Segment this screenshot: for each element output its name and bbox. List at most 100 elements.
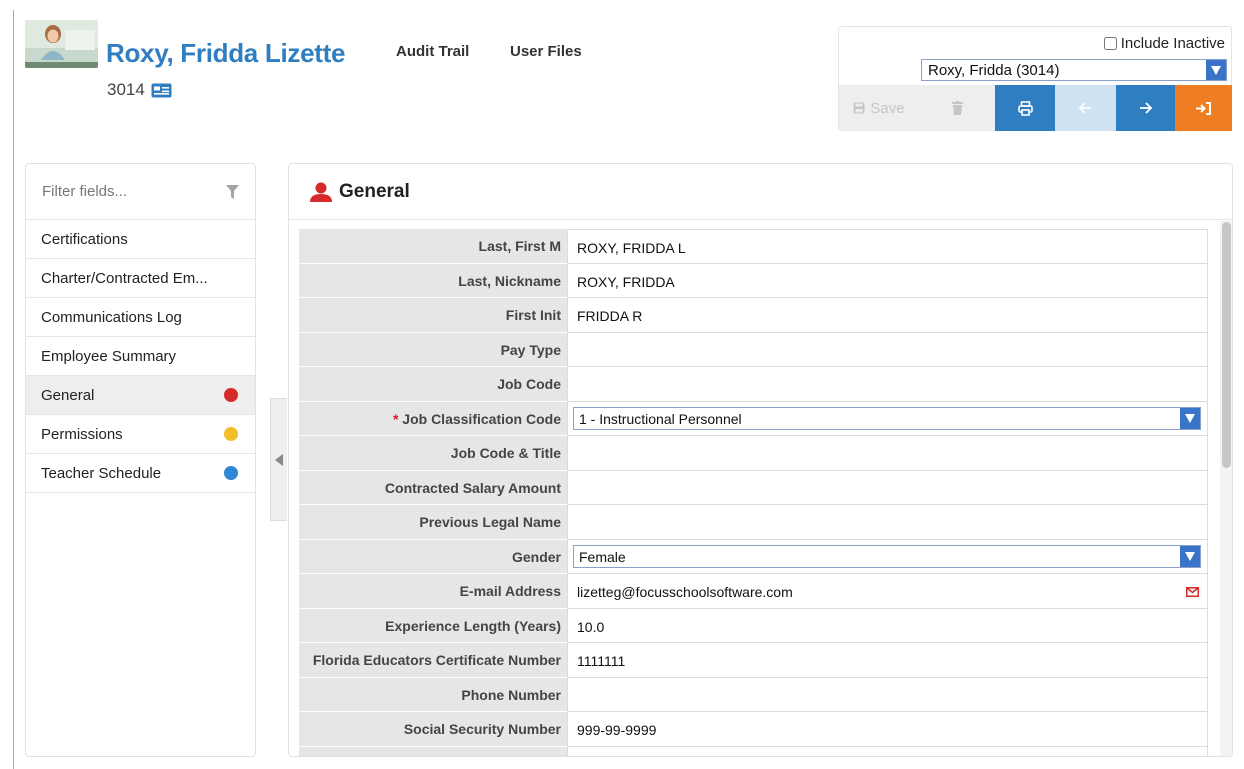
staff-select-value: Roxy, Fridda (3014) — [928, 61, 1060, 79]
field-value[interactable] — [567, 470, 1208, 505]
field-label: Previous Legal Name — [299, 505, 567, 540]
field-select-cell[interactable]: Female — [567, 539, 1208, 574]
field-value[interactable]: FRIDDA R — [567, 298, 1208, 333]
staff-name: Roxy, Fridda Lizette — [106, 38, 346, 68]
field-select[interactable]: 1 - Instructional Personnel — [573, 406, 1201, 430]
filter-fields-input[interactable]: Filter fields... — [26, 164, 255, 220]
chevron-down-icon[interactable] — [1206, 60, 1226, 80]
panel-scrollbar[interactable] — [1220, 221, 1232, 756]
sidebar-item-label: Charter/Contracted Em... — [41, 269, 208, 287]
previous-button[interactable] — [1055, 85, 1116, 131]
delete-button[interactable] — [919, 85, 995, 131]
chevron-down-icon[interactable] — [1180, 407, 1200, 429]
field-label: Florida Educators Certificate Number — [299, 643, 567, 678]
include-inactive-label: Include Inactive — [1120, 35, 1225, 52]
field-value[interactable]: ROXY, FRIDDA L — [567, 229, 1208, 264]
form-row: Job Code & Title — [299, 436, 1208, 471]
field-value[interactable]: 999-99-9999 — [567, 712, 1208, 747]
field-value[interactable] — [567, 332, 1208, 367]
field-value[interactable]: 1111111 — [567, 643, 1208, 678]
form-row: Job Code — [299, 367, 1208, 402]
field-value-text: ROXY, FRIDDA — [577, 273, 675, 290]
save-button[interactable]: Save — [839, 85, 919, 131]
trash-icon — [951, 101, 963, 115]
field-select-value: 1 - Instructional Personnel — [579, 410, 742, 427]
form-row: Gender Female — [299, 539, 1208, 574]
sidebar-item-permissions[interactable]: Permissions — [26, 415, 255, 454]
envelope-icon[interactable] — [1186, 584, 1199, 600]
include-inactive-toggle[interactable]: Include Inactive — [1103, 35, 1225, 52]
required-marker: * — [392, 410, 403, 427]
field-value[interactable]: 10.0 — [567, 608, 1208, 643]
filter-fields-placeholder: Filter fields... — [42, 183, 128, 200]
sidebar-item-label: Permissions — [41, 425, 123, 443]
field-select-value: Female — [579, 548, 626, 565]
sidebar-item-teacher-schedule[interactable]: Teacher Schedule — [26, 454, 255, 493]
staff-id-value: 3014 — [107, 80, 145, 99]
audit-trail-link[interactable]: Audit Trail — [396, 43, 469, 60]
sidebar-item-label: Teacher Schedule — [41, 464, 162, 482]
field-label: Pay Type — [299, 332, 567, 367]
exit-button[interactable] — [1175, 85, 1232, 131]
sidebar-item-general[interactable]: General — [26, 376, 255, 415]
exit-icon — [1196, 101, 1211, 115]
field-label-text: Last, First M — [478, 238, 561, 254]
user-files-link[interactable]: User Files — [510, 43, 582, 60]
form-row: Last, First M ROXY, FRIDDA L — [299, 229, 1208, 264]
collapse-sidebar-button[interactable] — [270, 398, 287, 521]
field-value[interactable]: lizetteg@focusschoolsoftware.com — [567, 574, 1208, 609]
include-inactive-checkbox[interactable] — [1103, 37, 1117, 50]
staff-id: 3014 — [107, 80, 172, 100]
field-label-text: First Init — [505, 307, 561, 323]
avatar — [25, 20, 98, 68]
field-select-cell[interactable]: 1 - Instructional Personnel — [567, 401, 1208, 436]
field-value[interactable]: ROXY, FRIDDA — [567, 263, 1208, 298]
sidebar-item-charter-contracted-em[interactable]: Charter/Contracted Em... — [26, 259, 255, 298]
sidebar-item-employee-summary[interactable]: Employee Summary — [26, 337, 255, 376]
arrow-right-icon — [1140, 102, 1152, 114]
field-label-text: Contracted Salary Amount — [384, 479, 561, 496]
caret-left-icon — [275, 453, 283, 466]
field-value[interactable] — [567, 505, 1208, 540]
form-row: Experience Length (Years) 10.0 — [299, 608, 1208, 643]
field-value-text: ROXY, FRIDDA L — [577, 240, 686, 256]
save-icon — [853, 102, 865, 114]
sidebar-item-communications-log[interactable]: Communications Log — [26, 298, 255, 337]
filter-icon[interactable] — [226, 184, 239, 199]
save-label: Save — [870, 99, 905, 117]
form-row: First Init FRIDDA R — [299, 298, 1208, 333]
form-row: Pay Type — [299, 332, 1208, 367]
page-left-border — [13, 10, 14, 769]
field-label-text: E-mail Address — [459, 583, 561, 599]
general-panel: General Last, First M ROXY, FRIDDA L Last,… — [288, 163, 1233, 757]
panel-header: General — [289, 164, 1232, 220]
sidebar-item-label: Certifications — [41, 230, 128, 248]
sidebar-item-certifications[interactable]: Certifications — [26, 220, 255, 259]
status-dot-icon — [224, 466, 238, 480]
form-row: Florida Educators Certificate Number 1111… — [299, 643, 1208, 678]
staff-select[interactable]: Roxy, Fridda (3014) — [921, 59, 1227, 81]
field-label: Job Code — [299, 367, 567, 402]
next-button[interactable] — [1116, 85, 1175, 131]
form-row: Previous Legal Name — [299, 505, 1208, 540]
field-select[interactable]: Female — [573, 544, 1201, 568]
field-label-text: Job Code & Title — [450, 445, 561, 461]
field-label: Experience Length (Years) — [299, 608, 567, 643]
field-label-text: Experience Length (Years) — [385, 617, 561, 634]
field-label: Social Security Number — [299, 712, 567, 747]
field-label: Contracted Salary Amount — [299, 470, 567, 505]
field-value[interactable] — [567, 677, 1208, 712]
field-value[interactable] — [567, 436, 1208, 471]
print-button[interactable] — [995, 85, 1055, 131]
field-label-text: Job Code — [497, 376, 561, 392]
id-card-icon[interactable] — [151, 83, 172, 98]
field-label: Gender — [299, 539, 567, 574]
scrollbar-thumb[interactable] — [1222, 222, 1231, 468]
chevron-down-icon[interactable] — [1180, 545, 1200, 567]
form-row: E-mail Address lizetteg@focusschoolsoftwa… — [299, 574, 1208, 609]
sidebar-item-label: Communications Log — [41, 308, 182, 326]
field-value[interactable] — [567, 746, 1208, 756]
form-row: Social Security Number 999-99-9999 — [299, 712, 1208, 747]
field-value[interactable] — [567, 367, 1208, 402]
general-fields-form: Last, First M ROXY, FRIDDA L Last, Nicknam… — [299, 229, 1208, 756]
